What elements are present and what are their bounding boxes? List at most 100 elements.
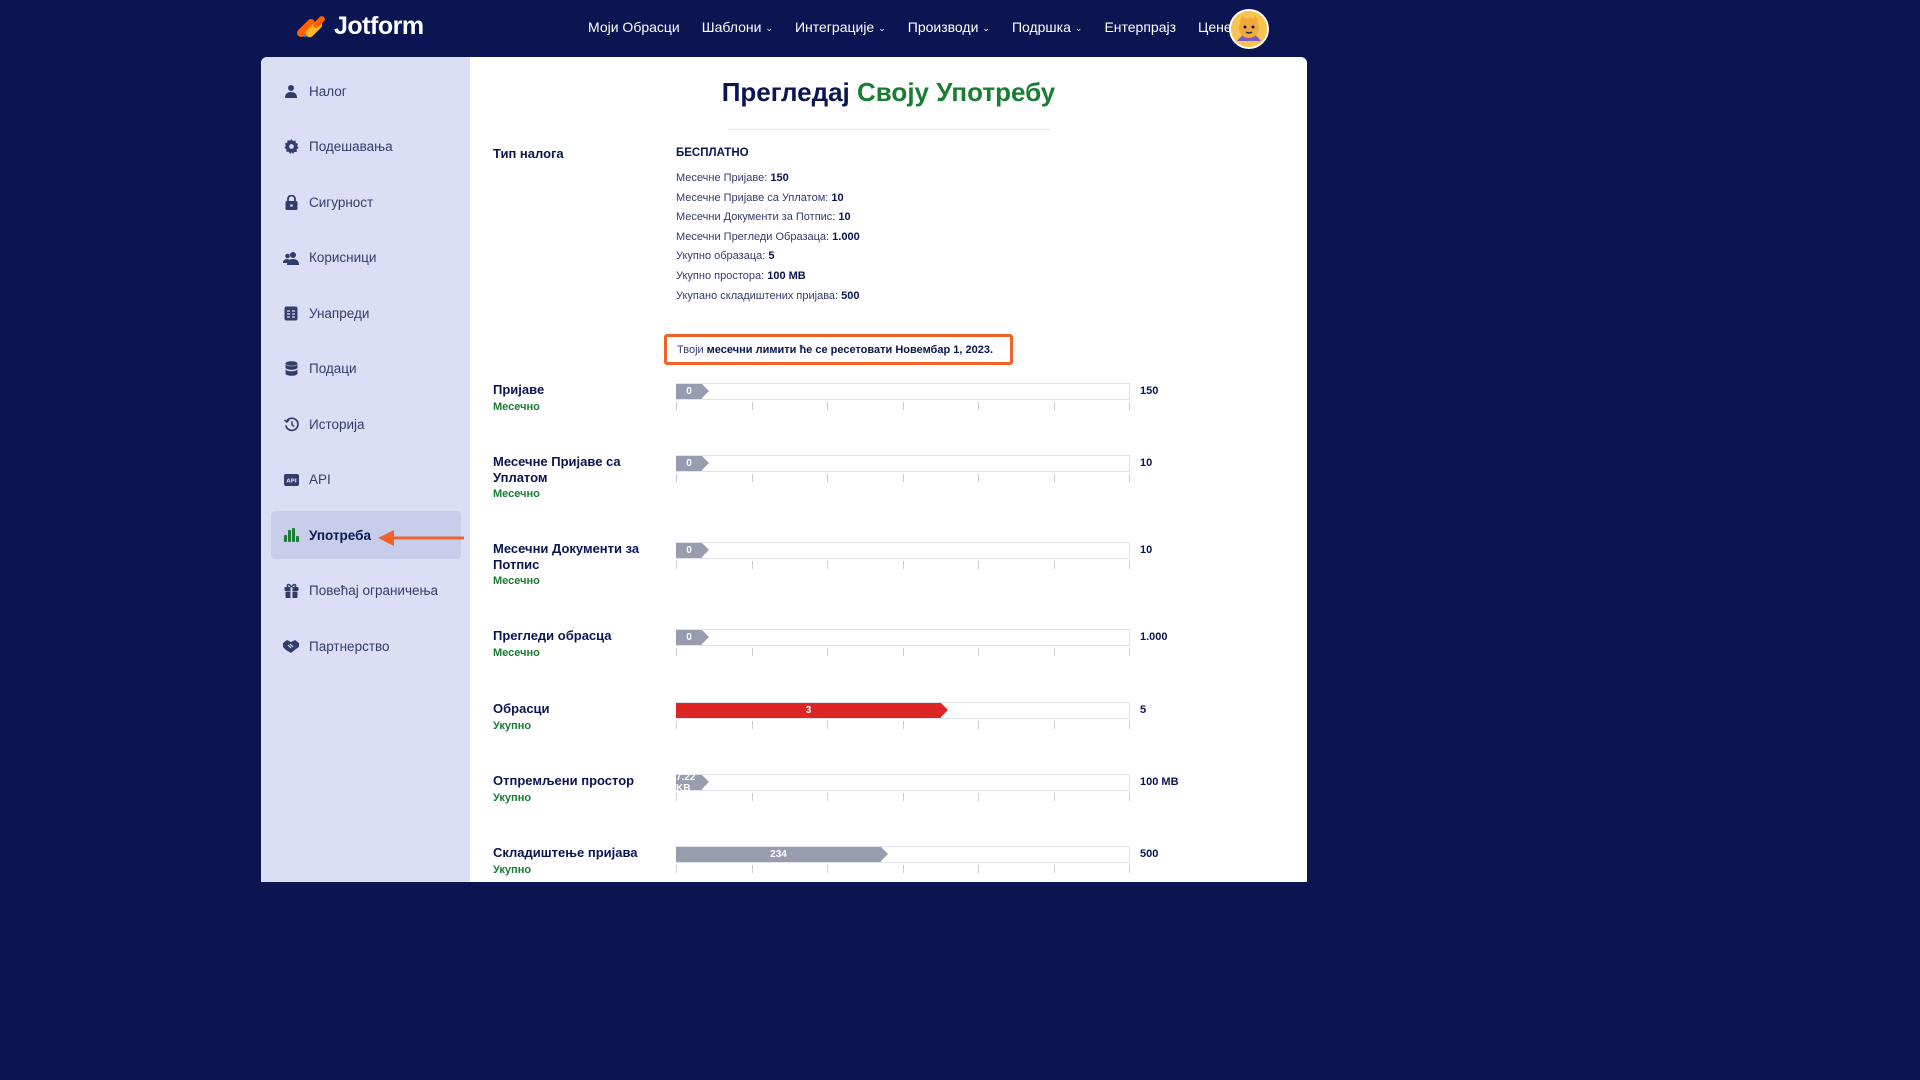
account-type-label: Тип налога [493, 146, 564, 161]
usage-period: Месечно [493, 575, 540, 587]
sidebar-item-label: Унапреди [309, 305, 370, 321]
usage-scale-ticks [676, 865, 1131, 873]
plan-limit-line: Укупно образаца: 5 [676, 250, 775, 262]
usage-period: Укупно [493, 863, 532, 876]
usage-bar-fill: 0 [676, 456, 709, 471]
usage-scale-ticks [676, 474, 1131, 482]
nav-item-label: Моји Обрасци [588, 19, 680, 35]
sidebar-item[interactable]: Сигурност [271, 178, 461, 226]
plan-limit-line: Месечни Документи за Потпис: 10 [676, 211, 851, 223]
usage-label: Пријаве Месечно [493, 382, 653, 415]
nav-item[interactable]: Шаблони ⌄ [702, 19, 773, 35]
usage-period: Месечно [493, 400, 540, 413]
plan-limit-line: Месечне Пријаве: 150 [676, 172, 789, 184]
usage-label: Отпремљени простор Укупно [493, 773, 653, 806]
reset-notice: Твоји месечни лимити ће се ресетовати Нов… [664, 334, 1013, 365]
nav-item[interactable]: Подршка ⌄ [1012, 19, 1083, 35]
account-type-value: БЕСПЛАТНО [676, 147, 749, 159]
sidebar-item-label: Подешавања [309, 139, 393, 154]
usage-max: 5 [1140, 704, 1147, 716]
chevron-down-icon: ⌄ [982, 22, 990, 33]
sidebar-item-label: Повећај ограничења [309, 583, 438, 598]
nav-item[interactable]: Производи ⌄ [908, 19, 990, 35]
arrow-annotation [378, 530, 464, 546]
plan-limit-value: 150 [770, 172, 789, 184]
usage-name: Месечне Пријаве са Уплатом [493, 454, 621, 485]
usage-name: Прегледи обрасца [493, 628, 612, 643]
usage-bar: 0 [676, 455, 1130, 472]
plan-limit-label: Укупано складиштених пријава: [676, 289, 839, 302]
sidebar-item[interactable]: Подаци [271, 345, 461, 393]
svg-text:API: API [286, 478, 296, 484]
usage-bar-fill: 0 [676, 543, 709, 558]
nav-item-label: Подршка [1011, 19, 1071, 35]
sidebar-item-label: Налог [309, 83, 347, 99]
nav-item[interactable]: Ентерпрајз [1104, 19, 1176, 35]
nav-item-label: Шаблони [701, 19, 762, 35]
main-menu: Моји Обрасци Шаблони ⌄ Интеграције ⌄ Производ… [588, 19, 1254, 35]
usage-name: Пријаве [493, 382, 545, 397]
nav-item[interactable]: Интеграције ⌄ [795, 19, 886, 35]
usage-period: Укупно [493, 719, 532, 732]
sidebar-item-label: Сигурност [309, 194, 374, 210]
sidebar-item[interactable]: Унапреди [271, 289, 461, 337]
sidebar-item-label: Употреба [309, 527, 371, 543]
api-icon: API [283, 472, 299, 488]
brand-name: Jotform [334, 12, 424, 40]
usage-name: Месечни Документи за Потпис [493, 541, 640, 572]
users-icon [283, 250, 299, 266]
sidebar-item[interactable]: Подешавања [271, 123, 461, 171]
page-title: Прегледај Своју Употребу [721, 77, 1056, 107]
usage-max: 500 [1140, 848, 1159, 860]
usage-label: Месечни Документи за Потпис Месечно [493, 541, 653, 590]
usage-scale-ticks [676, 648, 1131, 656]
plan-limit-label: Укупно простора: [676, 270, 765, 282]
lock-icon [283, 194, 299, 210]
handshake-icon [283, 638, 299, 654]
usage-bar-fill: 3 [676, 703, 948, 718]
usage-scale-ticks [676, 793, 1131, 801]
plan-limit-value: 10 [831, 191, 844, 204]
nav-item[interactable]: Цене [1198, 19, 1232, 35]
plan-limit-value: 100 MB [767, 270, 806, 282]
sidebar-item[interactable]: Партнерство [271, 622, 461, 670]
sidebar-item-label: API [309, 472, 331, 487]
plan-limit-label: Месечни Прегледи Образаца: [676, 230, 830, 243]
usage-bar-fill: 234 [676, 847, 888, 862]
sidebar-item-label: Историја [309, 416, 365, 432]
sidebar-item-label: Партнерство [309, 638, 390, 654]
plan-limit-value: 10 [838, 211, 851, 224]
plan-limit-value: 5 [768, 250, 775, 263]
sidebar-item[interactable]: API API [271, 456, 461, 504]
usage-scale-ticks [676, 561, 1131, 569]
usage-bar-fill: 7.22 KB [676, 772, 709, 794]
usage-max: 10 [1140, 544, 1153, 556]
sidebar-item[interactable]: Налог [271, 67, 461, 115]
plan-limit-line: Месечне Пријаве са Уплатом: 10 [676, 192, 844, 204]
usage-period: Месечно [493, 646, 540, 659]
sidebar-item[interactable]: Повећај ограничења [271, 567, 461, 615]
top-navigation: Jotform Моји Обрасци Шаблони ⌄ Интеграције ⌄… [0, 0, 1568, 57]
chevron-down-icon: ⌄ [878, 22, 886, 33]
avatar[interactable] [1229, 9, 1269, 49]
gift-icon [283, 583, 299, 599]
nav-item[interactable]: Моји Обрасци [588, 19, 680, 35]
usage-period: Месечно [493, 488, 540, 500]
sidebar-item-label: Корисници [309, 250, 377, 265]
usage-label: Прегледи обрасца Месечно [493, 628, 653, 661]
plan-limit-value: 1.000 [832, 230, 860, 243]
usage-bar: 0 [676, 542, 1130, 559]
upgrade-icon [283, 305, 299, 321]
plan-limit-value: 500 [841, 289, 860, 302]
jotform-logo-icon [295, 13, 327, 41]
usage-label: Обрасци Укупно [493, 701, 653, 734]
settings-panel: Налог Подешавања Сигурност Корисници Унапред… [261, 57, 1307, 882]
sidebar-item[interactable]: Корисници [271, 234, 461, 282]
jotform-logo[interactable]: Jotform [295, 12, 424, 41]
sidebar-item[interactable]: Историја [271, 400, 461, 448]
user-icon [283, 83, 299, 99]
plan-limit-line: Укупано складиштених пријава: 500 [676, 290, 860, 302]
usage-bar: 0 [676, 383, 1130, 400]
usage-bar: 0 [676, 629, 1130, 646]
usage-bar: 234 [676, 846, 1130, 863]
